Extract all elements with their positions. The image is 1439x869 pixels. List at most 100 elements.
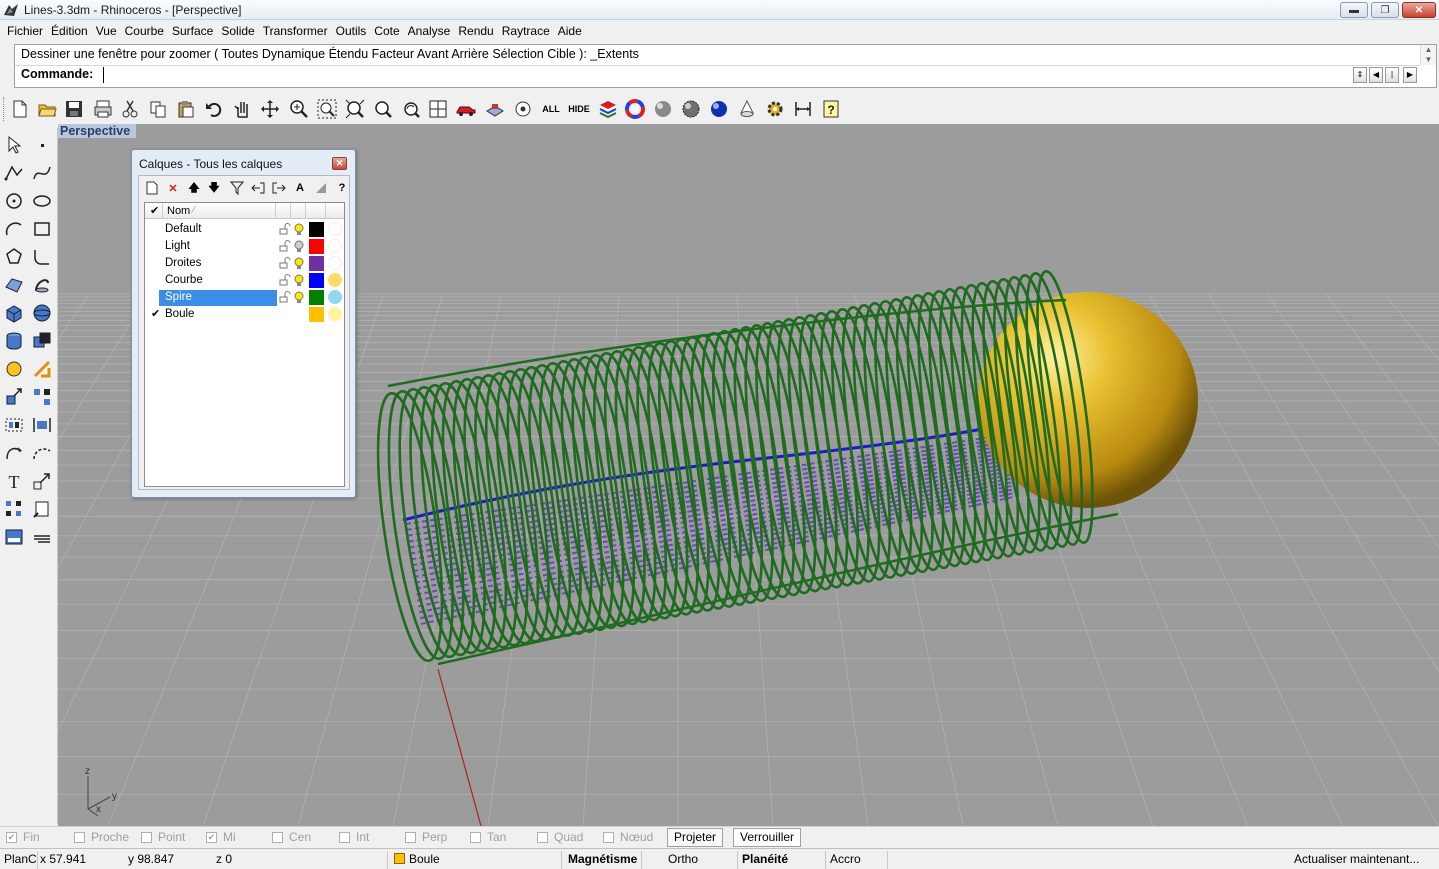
array-icon[interactable] [29, 384, 55, 410]
layer-name[interactable]: Courbe [159, 273, 277, 289]
dimension-icon[interactable] [791, 97, 815, 121]
menu-transformer[interactable]: Transformer [263, 24, 334, 38]
paste-icon[interactable] [174, 97, 198, 121]
lightbulb-on-icon[interactable] [293, 274, 305, 287]
show-all-icon[interactable]: ALL [539, 97, 563, 121]
sphere-icon[interactable] [29, 300, 55, 326]
layer-material-icon[interactable] [328, 222, 342, 236]
cylinder-icon[interactable] [1, 328, 27, 354]
cplane-indicator[interactable]: PlanC [0, 851, 38, 869]
unlock-icon[interactable] [279, 240, 291, 252]
snap-toggle[interactable]: Magnétisme [564, 851, 642, 869]
unlock-icon[interactable] [279, 291, 291, 303]
osnap-perp[interactable]: Perp [405, 830, 447, 844]
lightbulb-off-icon[interactable] [293, 240, 305, 253]
layer-name[interactable]: Droites [159, 256, 277, 272]
osnap-checkbox[interactable] [537, 831, 548, 843]
triangle-icon[interactable] [312, 179, 330, 197]
unlock-icon[interactable] [279, 223, 291, 235]
osnap-checkbox[interactable]: ✔ [6, 831, 17, 843]
close-button[interactable]: ✕ [1402, 2, 1436, 18]
undo-view-icon[interactable] [399, 97, 423, 121]
history-scrollbar[interactable]: ▲ ▼ [1420, 45, 1436, 65]
mesh-icon[interactable] [1, 356, 27, 382]
menu-outils[interactable]: Outils [336, 24, 373, 38]
extrude-icon[interactable] [29, 356, 55, 382]
layer-name[interactable]: Default [159, 222, 277, 238]
show-object-icon[interactable] [511, 97, 535, 121]
four-viewports-icon[interactable] [426, 97, 450, 121]
layer-material-icon[interactable] [328, 256, 342, 270]
layer-stack-icon[interactable] [596, 97, 620, 121]
scroll-left-icon[interactable]: ◀ [1369, 67, 1383, 83]
menu-courbe[interactable]: Courbe [125, 24, 170, 38]
curve-tools-icon[interactable] [29, 440, 55, 466]
open-folder-icon[interactable] [35, 97, 59, 121]
layer-color-swatch[interactable] [308, 289, 325, 306]
zoom-extents-icon[interactable] [343, 97, 367, 121]
surface-icon[interactable] [1, 272, 27, 298]
color-wheel-icon[interactable] [623, 97, 647, 121]
zoom-selected-icon[interactable] [371, 97, 395, 121]
menu-fichier[interactable]: Fichier [7, 24, 49, 38]
move-up-icon[interactable]: 🡅 [185, 179, 203, 197]
menu-surface[interactable]: Surface [172, 24, 219, 38]
osnap-checkbox[interactable] [603, 831, 614, 843]
osnap-checkbox[interactable] [272, 831, 283, 843]
point-icon[interactable] [29, 132, 55, 158]
hide-icon[interactable]: HIDE [567, 97, 591, 121]
rotate-view-icon[interactable] [258, 97, 282, 121]
circle-icon[interactable] [1, 188, 27, 214]
rectangle-icon[interactable] [29, 216, 55, 242]
undo-icon[interactable] [202, 97, 226, 121]
blue-sphere-icon[interactable] [707, 97, 731, 121]
layer-color-swatch[interactable] [308, 221, 325, 238]
layer-row-boule[interactable]: ✔ Boule [145, 306, 344, 323]
lock-button[interactable]: Verrouiller [733, 828, 802, 847]
osnap-checkbox[interactable] [470, 831, 481, 843]
revolve-icon[interactable] [29, 272, 55, 298]
osnap-point[interactable]: Point [141, 830, 185, 844]
menu-raytrace[interactable]: Raytrace [502, 24, 556, 38]
viewport-title-tab[interactable]: Perspective [58, 124, 137, 138]
cut-icon[interactable] [118, 97, 142, 121]
text-icon[interactable]: T [1, 468, 27, 494]
export-icon[interactable] [270, 179, 288, 197]
osnap-quad[interactable]: Quad [537, 830, 583, 844]
osnap-checkbox[interactable] [405, 831, 416, 843]
boolean-icon[interactable] [29, 328, 55, 354]
minimize-button[interactable]: ▬ [1340, 2, 1368, 18]
current-layer[interactable]: Boule [390, 851, 562, 869]
copy-icon[interactable] [146, 97, 170, 121]
lightbulb-on-icon[interactable] [293, 291, 305, 304]
group-icon[interactable] [1, 412, 27, 438]
polyline-icon[interactable] [1, 160, 27, 186]
transform-icon[interactable] [1, 384, 27, 410]
unlock-icon[interactable] [279, 274, 291, 286]
osnap-checkbox[interactable] [74, 831, 85, 843]
layer-color-swatch[interactable] [308, 238, 325, 255]
new-file-icon[interactable] [8, 97, 32, 121]
curve-icon[interactable] [29, 160, 55, 186]
spire-spring[interactable] [365, 269, 1119, 666]
new-layer-icon[interactable] [143, 179, 161, 197]
layer-material-icon[interactable] [328, 273, 342, 287]
maximize-button[interactable]: ❐ [1371, 2, 1399, 18]
layer-name[interactable]: Light [159, 239, 277, 255]
zoom-dynamic-icon[interactable] [287, 97, 311, 121]
filter-icon[interactable] [228, 179, 246, 197]
grid-object-icon[interactable] [483, 97, 507, 121]
render-sphere-icon[interactable] [679, 97, 703, 121]
osnap-nœud[interactable]: Nœud [603, 830, 653, 844]
layer-name[interactable]: Boule [159, 307, 277, 323]
ortho-toggle[interactable]: Ortho [642, 851, 738, 869]
menu-solide[interactable]: Solide [221, 24, 260, 38]
scroll-right-icon[interactable]: ▶ [1403, 67, 1417, 83]
header-name[interactable]: Nom [167, 205, 190, 217]
arc-icon[interactable] [1, 216, 27, 242]
menu-rendu[interactable]: Rendu [458, 24, 499, 38]
command-spin-icon[interactable]: ⇕ [1353, 67, 1367, 83]
menu-analyse[interactable]: Analyse [408, 24, 457, 38]
menu-vue[interactable]: Vue [96, 24, 123, 38]
zoom-window-icon[interactable] [315, 97, 339, 121]
